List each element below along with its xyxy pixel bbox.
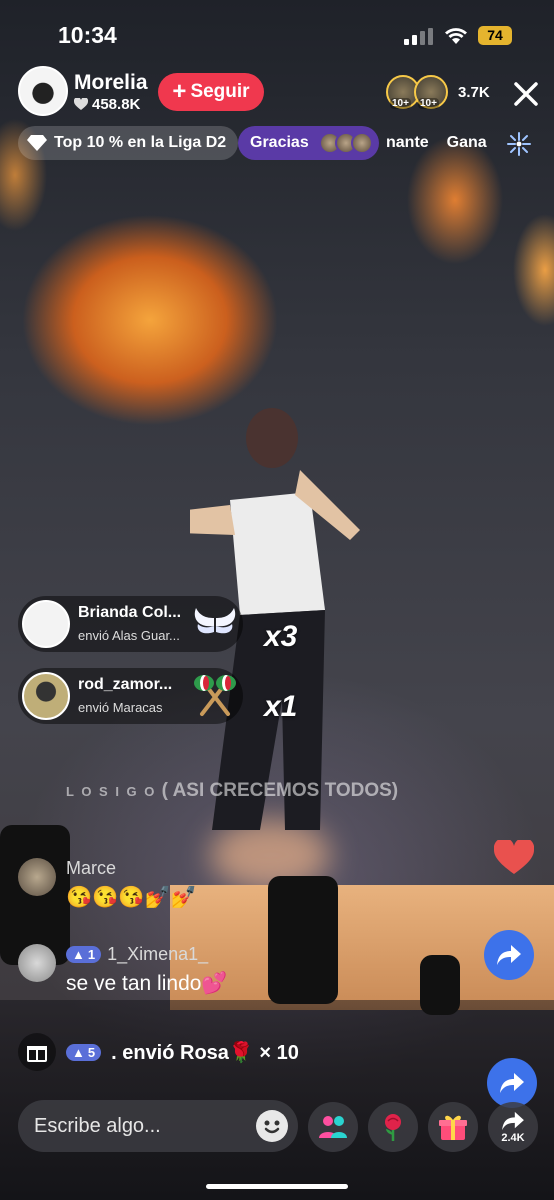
people-icon (319, 1116, 347, 1138)
commenter-avatar[interactable] (18, 858, 56, 896)
level-badge: ▲ 1 (66, 946, 102, 963)
angel-wings-gift-icon (194, 608, 236, 634)
emoji-icon[interactable] (256, 1110, 288, 1142)
heart-icon (74, 98, 88, 110)
gift-multiplier: x3 (264, 620, 298, 653)
host-avatar[interactable] (18, 66, 68, 116)
host-likes: 458.8K (74, 96, 140, 113)
host-name[interactable]: Morelia (74, 71, 148, 95)
gift-announcement-text: . envió Rosa🌹 × 10 (111, 1041, 299, 1064)
rose-icon (385, 1114, 401, 1141)
follow-button[interactable]: + Seguir (158, 73, 264, 111)
share-arrow-icon (500, 1073, 524, 1093)
share-arrow-icon (502, 1111, 524, 1131)
gift-multiplier: x1 (264, 690, 298, 723)
share-button[interactable]: 2.4K (488, 1102, 538, 1152)
gift-description: envió Maracas (78, 700, 163, 715)
system-message-text: ( ASI CRECEMOS TODOS) (161, 780, 399, 801)
thanks-label: Gracias (250, 134, 309, 151)
thanks-chip[interactable]: Gracias (238, 126, 379, 160)
bottom-bar: Escribe algo... 2.4K (0, 1100, 554, 1154)
gift-description: envió Alas Guar... (78, 628, 180, 643)
multi-guest-button[interactable] (308, 1102, 358, 1152)
league-rank-label: Top 10 % en la Liga D2 (54, 134, 227, 151)
share-count: 2.4K (501, 1132, 525, 1144)
commenter-name: ▲ 1 1_Ximena1_ (66, 944, 208, 965)
share-arrow-icon (497, 945, 521, 965)
gift-icon (439, 1115, 467, 1140)
gift-button[interactable] (428, 1102, 478, 1152)
close-icon[interactable] (512, 80, 540, 108)
firework-icon[interactable] (506, 131, 532, 157)
gift-announcement[interactable]: ▲ 5 . envió Rosa🌹 × 10 (18, 1032, 299, 1072)
ticker-item: Gana (446, 134, 487, 151)
system-message-prefix: L O S I G O (66, 784, 157, 799)
home-indicator[interactable] (206, 1184, 348, 1189)
share-fab[interactable] (484, 930, 534, 980)
status-time: 10:34 (58, 22, 117, 48)
system-message: L O S I G O ( ASI CRECEMOS TODOS) (66, 778, 506, 805)
gift-box-icon[interactable] (18, 1033, 56, 1071)
gift-sender-avatar[interactable] (22, 600, 70, 648)
commenter-avatar[interactable] (18, 944, 56, 982)
gift-sender-name: Brianda Col... (78, 604, 182, 621)
comment-text: se ve tan lindo💕 (66, 972, 228, 995)
wifi-icon (445, 28, 467, 44)
chat-comment[interactable]: Marce 😘😘😘💅💅 (18, 858, 318, 924)
event-ticker[interactable]: nante Gana (386, 126, 487, 160)
chat-comment[interactable]: ▲ 1 1_Ximena1_ se ve tan lindo💕 (18, 944, 318, 1010)
thanks-avatars (318, 132, 373, 154)
maracas-gift-icon (194, 675, 236, 716)
crowd-phone (420, 955, 460, 1015)
battery-icon: 74 (478, 26, 512, 45)
top-viewers[interactable]: 10+ 10+ 3.7K (386, 72, 490, 112)
status-bar: 10:34 74 (0, 0, 554, 70)
gift-sender-avatar[interactable] (22, 672, 70, 720)
floating-heart-icon (494, 840, 534, 874)
comment-text: 😘😘😘💅💅 (66, 886, 197, 909)
plus-icon: + (172, 78, 187, 105)
viewer-count[interactable]: 3.7K (458, 84, 490, 101)
rose-gift-button[interactable] (368, 1102, 418, 1152)
ticker-item: nante (386, 134, 429, 151)
cellular-signal-icon (404, 28, 433, 45)
viewer-avatar[interactable]: 10+ (414, 75, 448, 109)
host-likes-count: 458.8K (92, 96, 141, 113)
league-rank-chip[interactable]: Top 10 % en la Liga D2 (18, 126, 239, 160)
diamond-icon (27, 135, 47, 151)
commenter-name: Marce (66, 858, 117, 878)
follow-label: Seguir (190, 81, 250, 102)
level-badge: ▲ 5 (66, 1043, 102, 1061)
gift-sender-name: rod_zamor... (78, 676, 173, 693)
